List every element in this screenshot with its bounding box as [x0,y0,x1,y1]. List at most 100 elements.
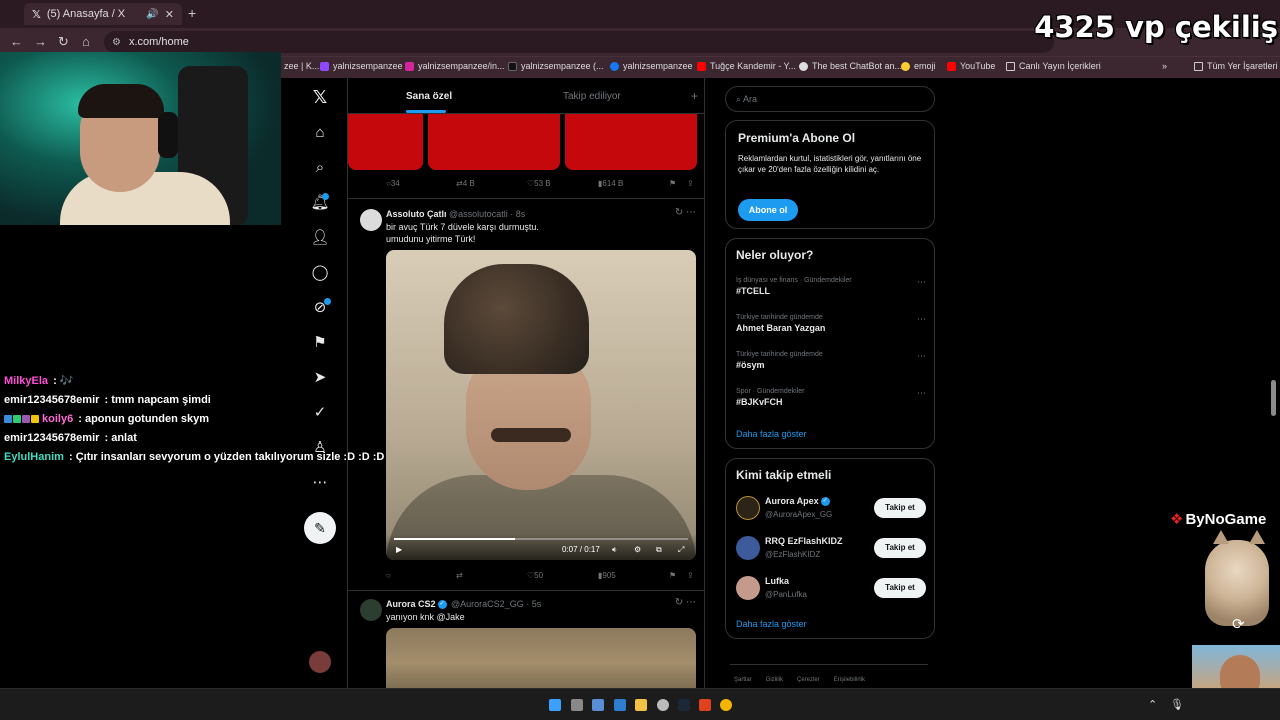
chevron-up-icon[interactable]: ⌃ [1148,698,1157,711]
chevron-right-icon[interactable]: » [1162,61,1167,71]
media-thumbnail[interactable] [565,114,697,170]
follow-icon[interactable]: 👤︎ [310,228,330,248]
speaker-icon[interactable]: 🔊 [146,9,158,20]
subscribe-button[interactable]: Abone ol [738,199,798,221]
task-view-icon[interactable] [571,699,583,711]
steam-icon[interactable] [678,699,690,711]
bookmark-item[interactable]: yalnizsempanzee [610,61,693,71]
bookmark-item[interactable]: yalnizsempanzee [320,61,403,71]
share-icon[interactable]: ⇪ [687,571,694,580]
bookmark-item[interactable]: yalnizsempanzee/in... [405,61,505,71]
site-info-icon[interactable]: ⚙ [112,37,121,48]
forward-icon[interactable]: → [34,34,47,49]
trend-item[interactable]: Türkiye tarihinde gündemde #ösym ⋯ [736,351,926,370]
add-tab-icon[interactable]: + [691,89,698,103]
search-input[interactable]: ⌕ Ara [725,86,935,112]
avatar[interactable] [360,599,382,621]
follow-button[interactable]: Takip et [874,578,926,598]
chrome-icon[interactable] [720,699,732,711]
follow-suggestion[interactable]: RRQ EzFlashKIDZ @EzFlashKIDZ Takip et [736,534,926,564]
reload-icon[interactable]: ↻ [58,34,69,50]
views-count[interactable]: ▮ 905 [598,571,616,580]
media-thumbnail[interactable] [348,114,423,170]
new-tab-icon[interactable]: + [188,5,196,21]
tweet[interactable]: Aurora CS2 ✓ @AuroraCS2_GG · 5s ↻ ⋯ yanıy… [348,590,704,688]
bookmark-item[interactable]: zee | K... [284,61,319,71]
bookmark-item[interactable]: emoji [901,61,936,71]
share-icon[interactable]: ⇪ [687,179,694,188]
follow-suggestion[interactable]: Lufka @PanLufka Takip et [736,574,926,604]
follow-suggestion[interactable]: Aurora Apex ✓ @AuroraApex_GG Takip et [736,494,926,524]
avatar[interactable] [360,209,382,231]
follow-button[interactable]: Takip et [874,498,926,518]
profile-icon[interactable]: ♙ [310,438,330,458]
browser-tab[interactable]: 𝕏 (5) Anasayfa / X 🔊 ✕ [24,3,182,25]
app-icon[interactable] [614,699,626,711]
microphone-icon[interactable]: 🎙︎ [1170,698,1184,711]
more-icon[interactable]: ↻ ⋯ [675,207,696,218]
more-icon[interactable]: ⋯ [917,314,926,325]
file-explorer-icon[interactable] [635,699,647,711]
trend-item[interactable]: Spor · Gündemdekiler #BJKvFCH ⋯ [736,388,926,407]
obs-icon[interactable] [657,699,669,711]
messages-icon[interactable]: ◯ [310,263,330,283]
compose-post-button[interactable]: ✎ [304,512,336,544]
trend-item[interactable]: Türkiye tarihinde gündemde Ahmet Baran Y… [736,314,926,333]
repost-button[interactable]: ⇄ 4 B [456,179,475,188]
widgets-icon[interactable] [592,699,604,711]
bookmark-item[interactable]: Tuğçe Kandemir - Y... [697,61,796,71]
more-icon[interactable]: ⋯ [917,388,926,399]
bookmark-item[interactable]: The best ChatBot an... [799,61,902,71]
bookmark-item[interactable]: yalnizsempanzee (... [508,61,604,71]
footer-link[interactable]: Gizlilik [766,677,783,683]
bookmark-icon[interactable]: ⚑ [669,571,676,580]
bookmark-item[interactable]: YouTube [947,61,995,71]
video-progress-bar[interactable] [394,538,688,540]
like-button[interactable]: ♡ 53 B [527,179,551,188]
x-logo-icon[interactable]: 𝕏 [310,87,330,107]
send-icon[interactable]: ➤ [310,368,330,388]
avatar[interactable] [736,496,760,520]
repost-button[interactable]: ⇄ [456,571,463,580]
pip-icon[interactable]: ⧉ [656,545,662,555]
footer-link[interactable]: Çerezler [797,677,820,683]
avatar[interactable] [736,576,760,600]
trend-item[interactable]: İş dünyası ve finans · Gündemdekiler #TC… [736,277,926,296]
more-icon[interactable]: ⋯ [310,473,330,493]
video-player[interactable]: ▶ 0:07 / 0:17 🔉︎ ⚙ ⧉ ⤢ [386,250,696,560]
reply-button[interactable]: ○ 34 [386,179,400,188]
tweet-image[interactable] [386,628,696,688]
avatar[interactable] [309,651,331,673]
reply-button[interactable]: ○ [386,571,391,580]
verified-icon[interactable]: ✓ [310,403,330,423]
media-thumbnail[interactable] [428,114,560,170]
volume-icon[interactable]: 🔉︎ [612,545,617,555]
show-more-link[interactable]: Daha fazla göster [736,619,807,629]
fullscreen-icon[interactable]: ⤢ [678,545,684,555]
author-name[interactable]: Assoluto Çatlı [386,209,447,219]
tweet[interactable]: Assoluto Çatlı @assolutocatli · 8s ↻ ⋯ b… [348,198,704,590]
footer-link[interactable]: Erişilebilirlik [834,677,865,683]
views-count[interactable]: ▮ 614 B [598,179,623,188]
start-icon[interactable] [549,699,561,711]
show-more-link[interactable]: Daha fazla göster [736,429,807,439]
bookmark-item[interactable]: Canlı Yayın İçerikleri [1006,61,1101,71]
search-icon[interactable]: ⌕ [310,158,330,178]
author-handle[interactable]: @assolutocatli · 8s [449,209,525,219]
author-handle[interactable]: @AuroraCS2_GG · 5s [451,599,541,609]
brave-icon[interactable] [699,699,711,711]
home-icon[interactable]: ⌂ [82,34,90,49]
home-icon[interactable]: ⌂ [310,123,330,143]
bookmark-icon[interactable]: ⚑ [310,333,330,353]
follow-button[interactable]: Takip et [874,538,926,558]
more-icon[interactable]: ⋯ [917,351,926,362]
more-icon[interactable]: ↻ ⋯ [675,597,696,608]
play-icon[interactable]: ▶ [396,545,402,554]
avatar[interactable] [736,536,760,560]
url-input[interactable]: ⚙ x.com/home [104,31,1054,53]
back-icon[interactable]: ← [10,34,23,49]
bookmark-icon[interactable]: ⚑ [669,179,676,188]
tab-following[interactable]: Takip ediliyor [563,91,621,102]
settings-icon[interactable]: ⚙ [634,545,641,554]
more-icon[interactable]: ⋯ [917,277,926,288]
